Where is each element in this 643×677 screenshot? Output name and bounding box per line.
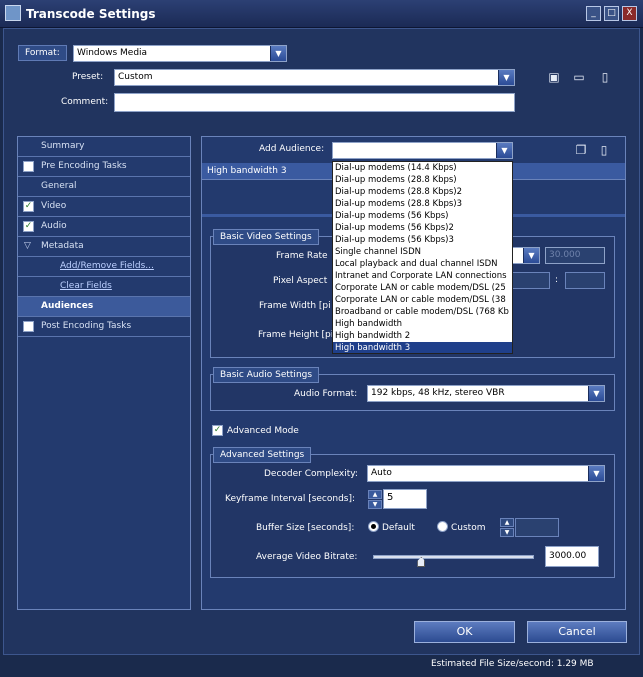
format-value: Windows Media: [77, 48, 148, 58]
comment-label: Comment:: [61, 97, 109, 107]
nav-item-metadata[interactable]: ▽ Metadata: [18, 237, 190, 257]
decoder-complexity-select[interactable]: Auto ▼: [367, 465, 605, 482]
buffer-spin-up[interactable]: ▲: [500, 518, 514, 527]
buffer-custom-label: Custom: [451, 523, 486, 533]
trash-icon[interactable]: ▯: [595, 141, 613, 159]
pixel-aspect-width-input[interactable]: [510, 272, 550, 289]
average-bitrate-label: Average Video Bitrate:: [256, 552, 358, 562]
audience-option[interactable]: High bandwidth 3: [333, 342, 512, 353]
trash-icon[interactable]: ▯: [596, 68, 614, 86]
frame-height-label: Frame Height [pi: [258, 330, 334, 340]
nav-item-pre-encoding-tasks[interactable]: Pre Encoding Tasks: [18, 157, 190, 177]
chevron-down-icon: ▼: [498, 70, 514, 85]
audio-format-value: 192 kbps, 48 kHz, stereo VBR: [371, 388, 505, 398]
basic-video-title: Basic Video Settings: [213, 229, 319, 245]
buffer-default-radio[interactable]: [368, 521, 379, 532]
frame-width-label: Frame Width [pi: [259, 301, 331, 311]
audience-option[interactable]: Dial-up modems (28.8 Kbps): [333, 174, 512, 186]
audience-option[interactable]: Broadband or cable modem/DSL (768 Kb: [333, 306, 512, 318]
title-bar: Transcode Settings _ □ X: [0, 0, 643, 28]
audience-option[interactable]: Intranet and Corporate LAN connections: [333, 270, 512, 282]
bitrate-slider-track[interactable]: [373, 555, 534, 559]
minimize-button[interactable]: _: [586, 6, 601, 21]
frame-rate-select[interactable]: ▼: [510, 247, 540, 264]
audience-option[interactable]: Corporate LAN or cable modem/DSL (25: [333, 282, 512, 294]
preset-select[interactable]: Custom ▼: [114, 69, 515, 86]
audience-option[interactable]: High bandwidth 2: [333, 330, 512, 342]
nav-item-summary[interactable]: Summary: [18, 137, 190, 157]
keyframe-spin-down[interactable]: ▼: [368, 500, 382, 509]
audience-option[interactable]: High bandwidth: [333, 318, 512, 330]
pixel-aspect-label: Pixel Aspect: [273, 276, 328, 286]
keyframe-spin-up[interactable]: ▲: [368, 490, 382, 499]
nav-item-audio[interactable]: ✓ Audio: [18, 217, 190, 237]
chevron-down-icon: ▼: [496, 143, 512, 158]
ok-button[interactable]: OK: [414, 621, 515, 643]
preset-value: Custom: [118, 72, 153, 82]
pixel-aspect-height-input[interactable]: [565, 272, 605, 289]
buffer-default-label: Default: [382, 523, 415, 533]
nav-item-add-remove-fields[interactable]: Add/Remove Fields...: [18, 257, 190, 277]
window-title: Transcode Settings: [26, 7, 156, 21]
advanced-mode-label: Advanced Mode: [227, 426, 299, 436]
nav-item-post-encoding-tasks[interactable]: Post Encoding Tasks: [18, 317, 190, 337]
decoder-complexity-label: Decoder Complexity:: [264, 469, 358, 479]
audience-dropdown-list[interactable]: Dial-up modems (14.4 Kbps) Dial-up modems…: [332, 161, 513, 354]
keyframe-interval-label: Keyframe Interval [seconds]:: [225, 494, 356, 504]
checkbox-checked[interactable]: ✓: [23, 221, 34, 232]
audience-option[interactable]: Corporate LAN or cable modem/DSL (38: [333, 294, 512, 306]
save-icon[interactable]: ▣: [545, 68, 563, 86]
format-tab: Format:: [18, 45, 67, 61]
audience-option[interactable]: Dial-up modems (28.8 Kbps)2: [333, 186, 512, 198]
comment-input[interactable]: [114, 93, 515, 112]
close-button[interactable]: X: [622, 6, 637, 21]
frame-rate-label: Frame Rate: [276, 251, 328, 261]
settings-nav: Summary Pre Encoding Tasks General ✓ Vide…: [17, 136, 191, 610]
audience-option[interactable]: Local playback and dual channel ISDN: [333, 258, 512, 270]
checkbox-checked[interactable]: ✓: [23, 201, 34, 212]
triangle-down-icon[interactable]: ▽: [24, 237, 31, 256]
chevron-down-icon: ▼: [523, 248, 539, 263]
decoder-complexity-value: Auto: [371, 468, 392, 478]
advanced-mode-checkbox[interactable]: ✓: [212, 425, 223, 436]
buffer-size-label: Buffer Size [seconds]:: [256, 523, 355, 533]
audience-option[interactable]: Single channel ISDN: [333, 246, 512, 258]
advanced-settings-title: Advanced Settings: [213, 447, 312, 463]
basic-audio-title: Basic Audio Settings: [213, 367, 320, 383]
frame-rate-input[interactable]: 30.000: [545, 247, 605, 264]
preset-label: Preset:: [72, 72, 104, 82]
chevron-down-icon: ▼: [588, 386, 604, 401]
audience-option[interactable]: Dial-up modems (56 Kbps): [333, 210, 512, 222]
format-select[interactable]: Windows Media ▼: [73, 45, 287, 62]
buffer-custom-input[interactable]: [515, 518, 559, 537]
chevron-down-icon: ▼: [270, 46, 286, 61]
status-bar: Estimated File Size/second: 1.29 MB: [3, 655, 640, 675]
maximize-button[interactable]: □: [604, 6, 619, 21]
checkbox-unchecked[interactable]: [23, 321, 34, 332]
add-audience-select[interactable]: ▼: [332, 142, 513, 159]
nav-item-video[interactable]: ✓ Video: [18, 197, 190, 217]
keyframe-interval-input[interactable]: 5: [383, 489, 427, 509]
pixel-aspect-separator: :: [555, 275, 559, 285]
audience-option[interactable]: Dial-up modems (14.4 Kbps): [333, 162, 512, 174]
app-icon: [5, 5, 21, 21]
cancel-button[interactable]: Cancel: [527, 621, 627, 643]
chevron-down-icon: ▼: [588, 466, 604, 481]
audience-option[interactable]: Dial-up modems (56 Kbps)2: [333, 222, 512, 234]
add-audience-label: Add Audience:: [259, 144, 325, 154]
status-text: Estimated File Size/second: 1.29 MB: [431, 659, 594, 669]
audience-option[interactable]: Dial-up modems (56 Kbps)3: [333, 234, 512, 246]
average-bitrate-input[interactable]: 3000.00: [545, 546, 599, 567]
buffer-spin-down[interactable]: ▼: [500, 528, 514, 537]
checkbox-unchecked[interactable]: [23, 161, 34, 172]
folder-open-icon[interactable]: ▭: [570, 68, 588, 86]
audio-format-select[interactable]: 192 kbps, 48 kHz, stereo VBR ▼: [367, 385, 605, 402]
nav-item-general[interactable]: General: [18, 177, 190, 197]
audience-option[interactable]: Dial-up modems (28.8 Kbps)3: [333, 198, 512, 210]
nav-item-clear-fields[interactable]: Clear Fields: [18, 277, 190, 297]
nav-item-audiences[interactable]: Audiences: [18, 297, 190, 317]
copy-icon[interactable]: ❐: [572, 141, 590, 159]
buffer-custom-radio[interactable]: [437, 521, 448, 532]
audio-format-label: Audio Format:: [294, 389, 358, 399]
